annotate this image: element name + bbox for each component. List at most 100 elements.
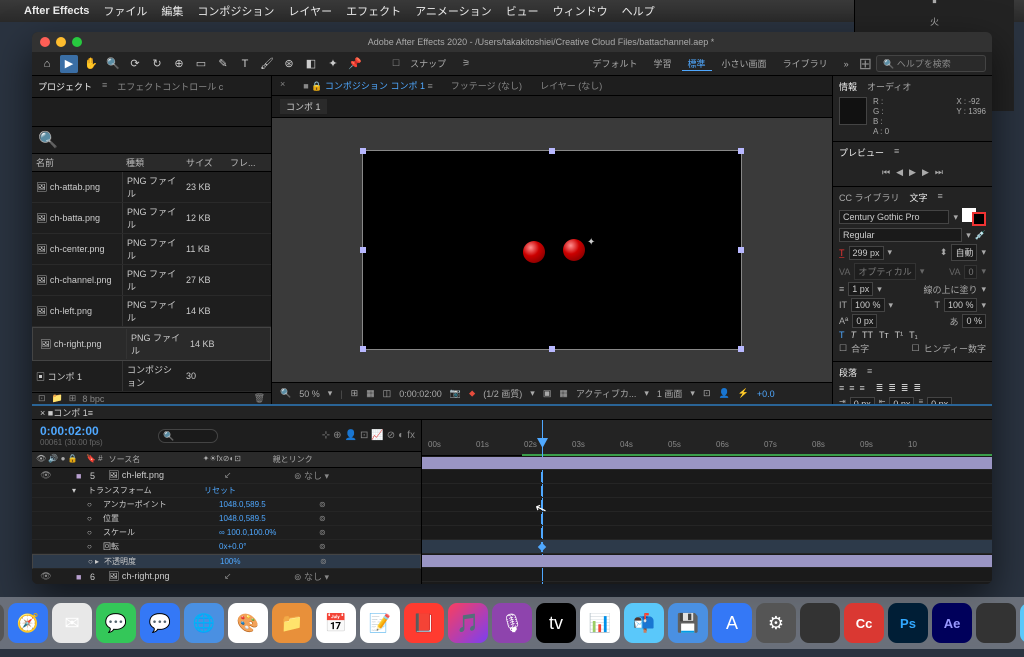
justify-all-icon[interactable]: ≣ xyxy=(913,383,921,394)
snap-opts-icon[interactable]: ⚞ xyxy=(456,58,476,69)
project-item[interactable]: 🖼 ch-channel.pngPNG ファイル27 KB xyxy=(32,265,271,296)
track[interactable] xyxy=(422,568,992,582)
ws-standard[interactable]: 標準 xyxy=(682,57,712,71)
exposure[interactable]: +0.0 xyxy=(757,389,775,399)
grid-icon[interactable]: ▦ xyxy=(366,388,375,399)
tab-effect-controls[interactable]: エフェクトコントロール c xyxy=(117,80,223,93)
zoom-tool[interactable]: 🔍 xyxy=(104,55,122,73)
track[interactable] xyxy=(422,484,992,498)
new-folder-icon[interactable]: 📁 xyxy=(52,393,63,404)
dock-app[interactable]: 💬 xyxy=(140,603,180,643)
dock-app[interactable]: 🎨 xyxy=(228,603,268,643)
tl-icon[interactable]: ⊹ xyxy=(322,430,330,441)
project-search[interactable] xyxy=(58,135,265,146)
zoom-value[interactable]: 50 % xyxy=(299,389,320,399)
tl-icon5[interactable]: fx xyxy=(407,430,415,441)
prev-frame-icon[interactable]: ◀ xyxy=(896,167,903,178)
tab-audio[interactable]: オーディオ xyxy=(867,80,911,93)
project-item[interactable]: ▣ コンポ 1コンポジション30 xyxy=(32,361,271,392)
viewer[interactable]: ✦ xyxy=(272,118,832,382)
col-size[interactable]: サイズ xyxy=(182,154,226,171)
menu-layer[interactable]: レイヤー xyxy=(288,3,332,19)
dock-app[interactable]: 💾 xyxy=(668,603,708,643)
track[interactable] xyxy=(422,470,992,484)
tab-footage[interactable]: フッテージ (なし) xyxy=(451,79,522,92)
layer-row[interactable]: ▾トランスフォームリセット xyxy=(32,484,421,498)
dock-app[interactable]: 📁 xyxy=(1020,603,1024,643)
bpc-label[interactable]: 8 bpc xyxy=(82,394,104,404)
eraser-tool[interactable]: ◧ xyxy=(302,55,320,73)
first-frame-icon[interactable]: ⏮ xyxy=(882,167,890,178)
battery-icon[interactable]: ▮ xyxy=(932,0,937,5)
anchor-tool[interactable]: ⊕ xyxy=(170,55,188,73)
zoom-button[interactable] xyxy=(72,37,82,47)
tsume[interactable]: 0 % xyxy=(962,314,986,328)
dock-app[interactable] xyxy=(976,603,1016,643)
current-time[interactable]: 0:00:02:00 xyxy=(399,389,442,399)
project-item[interactable]: 🖼 ch-batta.pngPNG ファイル12 KB xyxy=(32,203,271,234)
font-size[interactable]: 299 px xyxy=(849,246,884,260)
tl-icon3[interactable]: ⊡ xyxy=(360,430,368,441)
dock-app[interactable]: 📝 xyxy=(360,603,400,643)
menu-window[interactable]: ウィンドウ xyxy=(553,3,608,19)
layer-row[interactable]: ○スケール∞ 100.0,100.0%⊚ xyxy=(32,526,421,540)
layer-left-ball[interactable] xyxy=(523,241,545,263)
align-center-icon[interactable]: ≡ xyxy=(849,383,854,394)
text-tool[interactable]: T xyxy=(236,55,254,73)
timeline-tab[interactable]: コンポ 1 xyxy=(53,406,88,419)
project-item[interactable]: 🖼 ch-left.pngPNG ファイル14 KB xyxy=(32,296,271,327)
close-button[interactable] xyxy=(40,37,50,47)
dock-app[interactable]: 📕 xyxy=(404,603,444,643)
dock-app[interactable]: A xyxy=(712,603,752,643)
brush-tool[interactable]: 🖌 xyxy=(258,55,276,73)
snap-checkbox[interactable]: ☐ xyxy=(392,58,400,69)
views-select[interactable]: 1 画面 xyxy=(657,387,683,400)
layer-row[interactable]: ○ ▸不透明度100%⊚ xyxy=(32,554,421,569)
layer-search[interactable] xyxy=(158,429,218,443)
track[interactable] xyxy=(422,540,992,554)
roto-tool[interactable]: ✦ xyxy=(324,55,342,73)
ws-library[interactable]: ライブラリ xyxy=(777,57,834,70)
hand-tool[interactable]: ✋ xyxy=(82,55,100,73)
ws-small[interactable]: 小さい画面 xyxy=(716,57,773,70)
tab-paragraph[interactable]: 段落 xyxy=(839,366,857,379)
layer-row[interactable]: ○アンカーポイント1048.0,589.5⊚ xyxy=(32,498,421,512)
vscale[interactable]: 100 % xyxy=(851,298,885,312)
res-full-icon[interactable]: ⊞ xyxy=(351,388,359,399)
dock-app[interactable]: tv xyxy=(536,603,576,643)
dock-app[interactable]: ✉ xyxy=(52,603,92,643)
mask-icon[interactable]: ◫ xyxy=(383,388,392,399)
menu-file[interactable]: ファイル xyxy=(103,3,147,19)
tl-icon4[interactable]: ⊘ xyxy=(387,430,395,441)
ws-learn[interactable]: 学習 xyxy=(648,57,678,70)
selection-tool[interactable]: ▶ xyxy=(60,55,78,73)
track[interactable] xyxy=(422,526,992,540)
rotate-tool[interactable]: ↻ xyxy=(148,55,166,73)
region-icon[interactable]: ▣ xyxy=(543,388,552,399)
tab-info[interactable]: 情報 xyxy=(839,80,857,93)
justify-center-icon[interactable]: ≣ xyxy=(888,383,896,394)
align-left-icon[interactable]: ≡ xyxy=(839,383,844,394)
dock-app[interactable] xyxy=(800,603,840,643)
track[interactable] xyxy=(422,554,992,568)
interpret-icon[interactable]: ⊡ xyxy=(38,393,46,404)
project-item[interactable]: 🖼 ch-attab.pngPNG ファイル23 KB xyxy=(32,172,271,203)
dock-app[interactable]: Cc xyxy=(844,603,884,643)
dock-app[interactable]: 📬 xyxy=(624,603,664,643)
menu-effect[interactable]: エフェクト xyxy=(346,3,401,19)
dock-app[interactable]: 📅 xyxy=(316,603,356,643)
dock-app[interactable]: 🧭 xyxy=(8,603,48,643)
menu-composition[interactable]: コンポジション xyxy=(197,3,274,19)
new-comp-icon[interactable]: ⊞ xyxy=(69,393,77,404)
puppet-tool[interactable]: 📌 xyxy=(346,55,364,73)
layer-row[interactable]: ○位置1048.0,589.5⊚ xyxy=(32,512,421,526)
subscript-icon[interactable]: T₁ xyxy=(909,330,918,340)
justify-left-icon[interactable]: ≣ xyxy=(876,383,884,394)
draft3d-icon[interactable]: 👤 xyxy=(718,388,729,399)
help-search[interactable]: 🔍 ヘルプを検索 xyxy=(876,55,986,72)
tab-layer[interactable]: レイヤー (なし) xyxy=(540,79,602,92)
align-right-icon[interactable]: ≡ xyxy=(860,383,865,394)
track[interactable] xyxy=(422,456,992,470)
dock-app[interactable]: 💬 xyxy=(96,603,136,643)
quality[interactable]: (1/2 画質) xyxy=(483,387,522,400)
